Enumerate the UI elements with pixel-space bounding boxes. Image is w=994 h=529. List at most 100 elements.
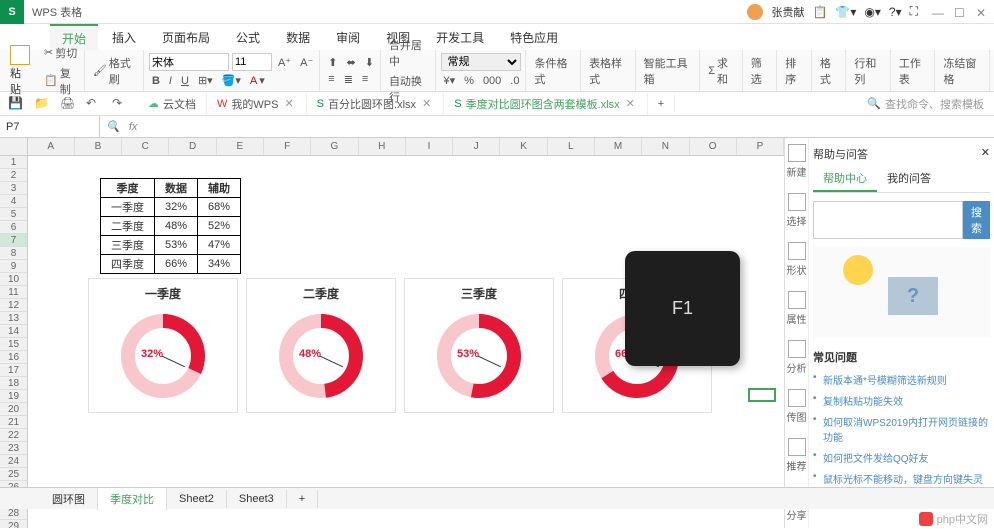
number-format[interactable]: 常规 [441,53,521,71]
close-icon[interactable]: ✕ [282,97,295,110]
sheet-tab[interactable]: Sheet3 [227,490,287,508]
sort-button[interactable]: 排序 [782,54,808,88]
col-header[interactable]: K [500,138,547,155]
row-header[interactable]: 8 [0,247,27,260]
worksheet-button[interactable]: 工作表 [896,54,932,88]
print-icon[interactable]: 🖨 [60,96,76,112]
row-header[interactable]: 19 [0,390,27,403]
align-top[interactable]: ⬆ [325,55,340,70]
faq-item[interactable]: 鼠标光标不能移动，键盘方向键失灵 [813,468,990,489]
donut-chart[interactable]: 一季度 32% [88,278,238,413]
sum-button[interactable]: Σ求和 [705,54,739,88]
faq-item[interactable]: 复制粘贴功能失效 [813,390,990,411]
menu-tab-insert[interactable]: 插入 [100,25,148,50]
row-header[interactable]: 4 [0,195,27,208]
help-icon[interactable]: ?▾ [889,5,902,19]
cut-button[interactable]: ✂ 剪切 [41,44,81,62]
align-center[interactable]: ≣ [341,72,356,87]
menu-tab-dev[interactable]: 开发工具 [424,25,496,50]
col-header[interactable]: E [217,138,264,155]
align-left[interactable]: ≡ [325,72,337,86]
side-icon[interactable]: 推荐 [787,438,807,473]
menu-tab-formula[interactable]: 公式 [224,25,272,50]
avatar[interactable] [747,4,763,20]
open-icon[interactable]: 📁 [34,96,50,112]
row-header[interactable]: 29 [0,520,27,528]
col-header[interactable]: P [737,138,784,155]
col-header[interactable]: M [595,138,642,155]
align-mid[interactable]: ⬌ [344,55,359,70]
side-icon[interactable]: 选择 [787,193,807,228]
close-button[interactable]: ✕ [976,6,988,18]
row-header[interactable]: 7 [0,234,27,247]
row-header[interactable]: 6 [0,221,27,234]
command-search[interactable]: 🔍 查找命令、搜索模板 [867,96,994,112]
row-header[interactable]: 23 [0,442,27,455]
copy-button[interactable]: 📋 复制 [41,64,81,98]
row-header[interactable]: 15 [0,338,27,351]
col-header[interactable]: J [453,138,500,155]
format-button[interactable]: 格式 [817,54,843,88]
font-color[interactable]: A▾ [247,73,268,88]
row-header[interactable]: 3 [0,182,27,195]
donut-chart[interactable]: 二季度 48% [246,278,396,413]
row-header[interactable]: 25 [0,468,27,481]
spreadsheet[interactable]: ABCDEFGHIJKLMNOP 12345678910111213141516… [0,138,784,528]
col-header[interactable]: O [690,138,737,155]
row-header[interactable]: 14 [0,325,27,338]
col-header[interactable]: A [28,138,75,155]
sheet-tab[interactable]: 季度对比 [98,488,167,510]
file-tab[interactable]: ☁云文档 [138,93,207,115]
side-icon[interactable]: 新建 [787,144,807,179]
new-tab[interactable]: + [648,95,675,113]
side-icon[interactable]: 形状 [787,242,807,277]
add-sheet[interactable]: + [287,490,318,508]
row-header[interactable]: 18 [0,377,27,390]
fx-icon[interactable]: 🔍 fx [100,120,143,133]
wrap-button[interactable]: 自动换行 [386,72,432,106]
row-header[interactable]: 1 [0,156,27,169]
help-tab-center[interactable]: 帮助中心 [813,166,877,192]
file-tab[interactable]: S季度对比圆环图含两套模板.xlsx✕ [444,93,648,115]
currency-icon[interactable]: ¥▾ [441,73,459,88]
increase-font[interactable]: A⁺ [275,55,294,70]
skin-icon[interactable]: 👕▾ [835,5,856,19]
row-header[interactable]: 5 [0,208,27,221]
decrease-font[interactable]: A⁻ [297,55,316,70]
row-header[interactable]: 21 [0,416,27,429]
col-header[interactable]: C [122,138,169,155]
menu-tab-layout[interactable]: 页面布局 [150,25,222,50]
row-header[interactable]: 11 [0,286,27,299]
side-icon[interactable]: 属性 [787,291,807,326]
file-tab[interactable]: W我的WPS✕ [207,93,307,115]
row-header[interactable]: 2 [0,169,27,182]
col-header[interactable]: B [75,138,122,155]
side-icon[interactable]: 传图 [787,389,807,424]
italic-button[interactable]: I [166,74,175,88]
col-header[interactable]: D [169,138,216,155]
smart-toolbox[interactable]: 智能工具箱 [641,54,697,88]
merge-button[interactable]: 合并居中 [386,36,432,70]
redo-icon[interactable]: ↷ [112,96,128,112]
col-header[interactable]: I [406,138,453,155]
size-select[interactable] [232,53,272,71]
faq-item[interactable]: 如何把文件发给QQ好友 [813,447,990,468]
filter-button[interactable]: 筛选 [748,54,774,88]
col-header[interactable]: H [359,138,406,155]
help-search-button[interactable]: 搜索 [963,201,990,239]
cond-format[interactable]: 条件格式 [531,54,577,88]
row-header[interactable]: 24 [0,455,27,468]
faq-item[interactable]: 新版本通*号模糊筛选新规则 [813,369,990,390]
freeze-button[interactable]: 冻结窗格 [940,54,986,88]
minimize-button[interactable]: — [932,6,944,18]
bold-button[interactable]: B [149,74,163,88]
row-header[interactable]: 13 [0,312,27,325]
help-search-input[interactable] [813,201,963,239]
sheet-tab[interactable]: Sheet2 [167,490,227,508]
faq-item[interactable]: 如何取消WPS2019内打开网页链接的功能 [813,411,990,447]
panel-close-icon[interactable]: ✕ [981,146,990,162]
row-header[interactable]: 16 [0,351,27,364]
col-header[interactable]: F [264,138,311,155]
align-right[interactable]: ≡ [359,72,371,86]
sheet-tab[interactable]: 圆环图 [40,488,98,510]
